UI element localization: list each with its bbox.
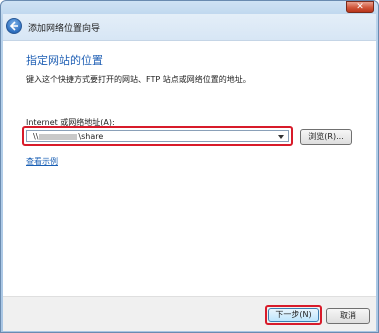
cancel-button[interactable]: 取消 <box>326 308 370 324</box>
close-button[interactable]: ✕ <box>346 1 374 13</box>
back-arrow-icon <box>9 21 18 31</box>
next-button[interactable]: 下一步(N) <box>268 308 319 322</box>
address-suffix: \share <box>78 132 104 141</box>
page-title: 指定网站的位置 <box>26 54 103 67</box>
redacted-host <box>39 133 78 140</box>
chevron-down-icon[interactable] <box>278 135 284 139</box>
back-button[interactable] <box>6 18 22 34</box>
window-title: 添加网络位置向导 <box>28 24 101 34</box>
address-prefix: \\ <box>33 132 39 141</box>
address-value: \\ \share <box>33 132 103 141</box>
browse-button[interactable]: 浏览(R)... <box>300 129 352 145</box>
address-combo-highlight: \\ \share <box>22 126 293 146</box>
view-examples-link[interactable]: 查看示例 <box>26 156 58 167</box>
title-bar <box>0 0 379 11</box>
instruction-text: 键入这个快捷方式要打开的网站、FTP 站点或网络位置的地址。 <box>26 75 251 84</box>
address-input[interactable]: \\ \share <box>26 130 289 142</box>
close-icon: ✕ <box>356 2 364 12</box>
